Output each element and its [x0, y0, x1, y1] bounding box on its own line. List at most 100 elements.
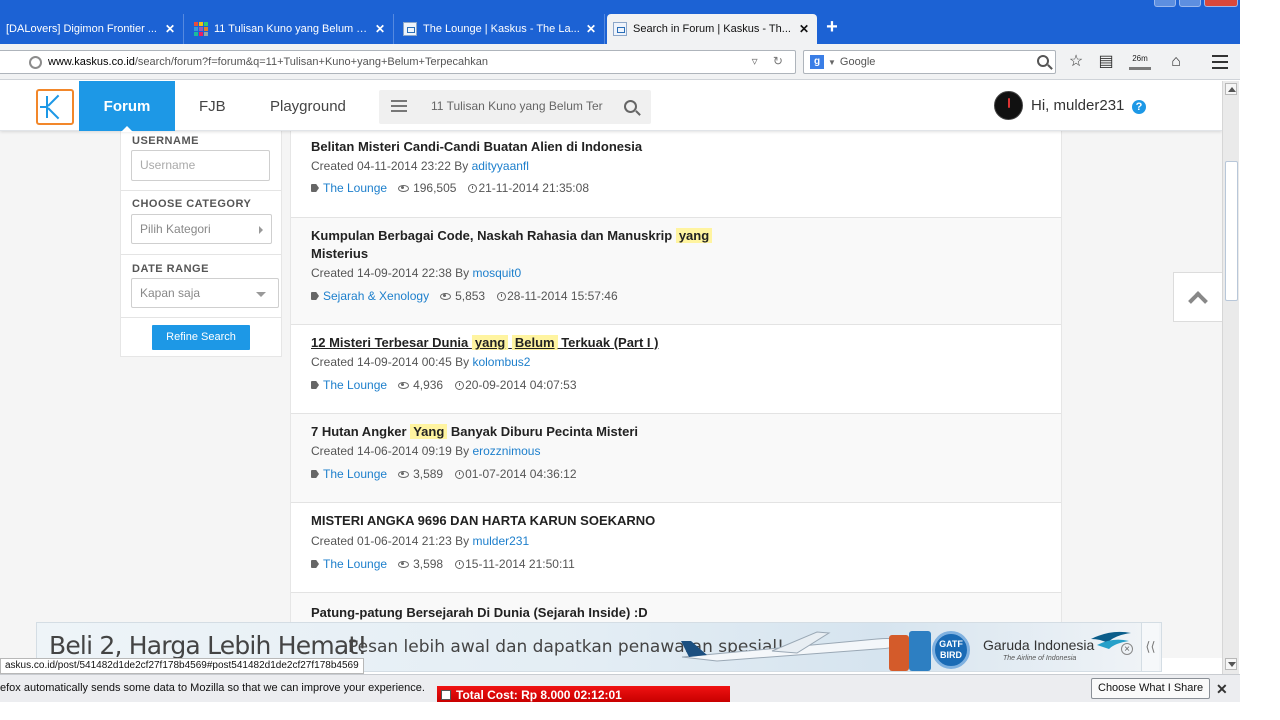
- view-count: 3,598: [413, 557, 444, 571]
- chevron-right-icon: [259, 226, 263, 234]
- date-range-label: DATE RANGE: [132, 263, 209, 275]
- last-post-time: 20-09-2014 04:07:53: [465, 378, 577, 392]
- avatar[interactable]: [994, 91, 1023, 120]
- author-link[interactable]: mulder231: [472, 534, 529, 548]
- author-link[interactable]: mosquit0: [472, 266, 521, 280]
- new-tab-button[interactable]: +: [822, 16, 842, 38]
- view-count: 3,589: [413, 467, 444, 481]
- result-title-link[interactable]: 7 Hutan Angker Yang Banyak Diburu Pecint…: [311, 423, 771, 441]
- garuda-logo-text: Garuda Indonesia: [983, 637, 1095, 653]
- category-select-value: Pilih Kategori: [140, 222, 211, 236]
- author-link[interactable]: kolombus2: [472, 355, 530, 369]
- eye-icon: [398, 184, 410, 192]
- category-link[interactable]: The Lounge: [323, 467, 387, 481]
- username-label: USERNAME: [132, 135, 199, 147]
- result-row: 12 Misteri Terbesar Dunia yang Belum Ter…: [291, 325, 1061, 414]
- ad-collapse-button[interactable]: ⟨⟨: [1141, 623, 1159, 671]
- bookmark-star-icon[interactable]: ☆: [1065, 52, 1087, 72]
- ad-close-icon[interactable]: ×: [1121, 643, 1133, 655]
- bottom-strip: [0, 702, 1280, 720]
- category-link[interactable]: The Lounge: [323, 378, 387, 392]
- suitcase-icon: [889, 635, 909, 671]
- tab-label: Search in Forum | Kaskus - Th...: [633, 23, 791, 35]
- list-icon[interactable]: [391, 100, 407, 113]
- refine-search-button[interactable]: Refine Search: [152, 325, 250, 350]
- user-greeting[interactable]: Hi, mulder231: [1031, 97, 1124, 114]
- tab-label: [DALovers] Digimon Frontier ...: [6, 23, 157, 35]
- site-search[interactable]: 11 Tulisan Kuno yang Belum Ter: [379, 90, 651, 124]
- eye-icon: [398, 381, 410, 389]
- result-title-link[interactable]: MISTERI ANGKA 9696 DAN HARTA KARUN SOEKA…: [311, 512, 771, 530]
- clock-icon: [455, 559, 465, 569]
- result-title-link[interactable]: Kumpulan Berbagai Code, Naskah Rahasia d…: [311, 227, 771, 263]
- clock-icon: [497, 291, 507, 301]
- browser-search-box[interactable]: g ▼ Google: [803, 50, 1056, 74]
- result-meta: Created 14-06-2014 09:19 By erozznimous: [311, 444, 541, 458]
- category-link[interactable]: Sejarah & Xenology: [323, 289, 429, 303]
- tab-search-in-forum[interactable]: Search in Forum | Kaskus - Th... ✕: [607, 14, 817, 44]
- category-label: CHOOSE CATEGORY: [132, 198, 252, 210]
- tab-digimon[interactable]: [DALovers] Digimon Frontier ... ✕: [0, 14, 184, 44]
- notification-text: efox automatically sends some data to Mo…: [0, 682, 425, 694]
- url-domain: www.kaskus.co.id: [48, 56, 135, 68]
- author-link[interactable]: erozznimous: [472, 444, 540, 458]
- home-icon[interactable]: ⌂: [1165, 52, 1187, 72]
- date-range-value: Kapan saja: [140, 286, 201, 300]
- nav-forum[interactable]: Forum: [79, 81, 175, 132]
- link-status-bar: askus.co.id/post/541482d1de2cf27f178b456…: [0, 658, 364, 674]
- category-link[interactable]: The Lounge: [323, 557, 387, 571]
- search-icon[interactable]: [1037, 55, 1049, 67]
- date-range-select[interactable]: Kapan saja: [131, 278, 279, 308]
- maximize-button[interactable]: [1179, 0, 1201, 7]
- page-scrollbar[interactable]: [1222, 81, 1239, 674]
- menu-icon[interactable]: [1212, 55, 1228, 69]
- window-close-button[interactable]: [1204, 0, 1238, 7]
- tab-close-icon[interactable]: ✕: [369, 22, 385, 36]
- result-meta: Created 01-06-2014 21:23 By mulder231: [311, 534, 530, 548]
- result-stats: The Lounge 4,936 20-09-2014 04:07:53: [311, 378, 577, 392]
- result-title-link[interactable]: 12 Misteri Terbesar Dunia yang Belum Ter…: [311, 334, 771, 352]
- result-title-link[interactable]: Patung-patung Bersejarah Di Dunia (Sejar…: [311, 604, 771, 622]
- result-row: Belitan Misteri Candi-Candi Buatan Alien…: [291, 131, 1061, 218]
- garuda-tagline: The Airline of Indonesia: [1003, 655, 1077, 662]
- search-icon[interactable]: [624, 100, 637, 113]
- bookmarks-list-icon[interactable]: ▤: [1095, 52, 1117, 72]
- result-title-link[interactable]: Belitan Misteri Candi-Candi Buatan Alien…: [311, 138, 771, 156]
- minimize-button[interactable]: [1154, 0, 1176, 7]
- downloads-icon[interactable]: 26m: [1129, 54, 1151, 70]
- view-count: 196,505: [413, 181, 457, 195]
- author-link[interactable]: adityyaanfl: [472, 159, 529, 173]
- kaskus-logo-icon[interactable]: [36, 89, 74, 125]
- nav-fjb[interactable]: FJB: [199, 81, 226, 131]
- help-icon[interactable]: ?: [1132, 100, 1146, 114]
- category-link[interactable]: The Lounge: [323, 181, 387, 195]
- result-meta: Created 04-11-2014 23:22 By adityyaanfl: [311, 159, 529, 173]
- address-bar[interactable]: www.kaskus.co.id /search/forum?f=forum&q…: [0, 50, 796, 74]
- tab-close-icon[interactable]: ✕: [580, 22, 596, 36]
- tag-icon: [311, 470, 319, 478]
- back-to-top-button[interactable]: [1173, 272, 1222, 322]
- search-results: Belitan Misteri Candi-Candi Buatan Alien…: [290, 131, 1062, 658]
- category-select[interactable]: Pilih Kategori: [131, 214, 272, 244]
- chevron-down-icon[interactable]: ▼: [828, 58, 836, 67]
- scroll-thumb[interactable]: [1225, 161, 1238, 301]
- screen: [DALovers] Digimon Frontier ... ✕ 11 Tul…: [0, 0, 1280, 720]
- tab-close-icon[interactable]: ✕: [159, 22, 175, 36]
- username-input[interactable]: Username: [131, 150, 270, 181]
- tab-close-icon[interactable]: ✕: [793, 22, 809, 36]
- chevron-down-icon: [256, 292, 266, 297]
- result-stats: Sejarah & Xenology 5,853 28-11-2014 15:5…: [311, 289, 618, 303]
- choose-what-i-share-button[interactable]: Choose What I Share: [1091, 678, 1211, 699]
- nav-playground[interactable]: Playground: [270, 81, 346, 131]
- reload-icon[interactable]: ▿ ↻: [752, 54, 789, 68]
- tab-the-lounge[interactable]: The Lounge | Kaskus - The La... ✕: [397, 14, 605, 44]
- chevron-up-icon: [1188, 291, 1208, 311]
- eye-icon: [398, 560, 410, 568]
- scroll-down-arrow-icon[interactable]: [1225, 658, 1237, 670]
- scroll-up-arrow-icon[interactable]: [1225, 83, 1237, 95]
- close-icon[interactable]: ✕: [1216, 681, 1228, 698]
- site-search-input[interactable]: 11 Tulisan Kuno yang Belum Ter: [431, 99, 609, 113]
- divider: [121, 317, 281, 318]
- tab-tulisan-kuno[interactable]: 11 Tulisan Kuno yang Belum T... ✕: [188, 14, 394, 44]
- web-page: Forum FJB Playground 11 Tulisan Kuno yan…: [0, 81, 1222, 658]
